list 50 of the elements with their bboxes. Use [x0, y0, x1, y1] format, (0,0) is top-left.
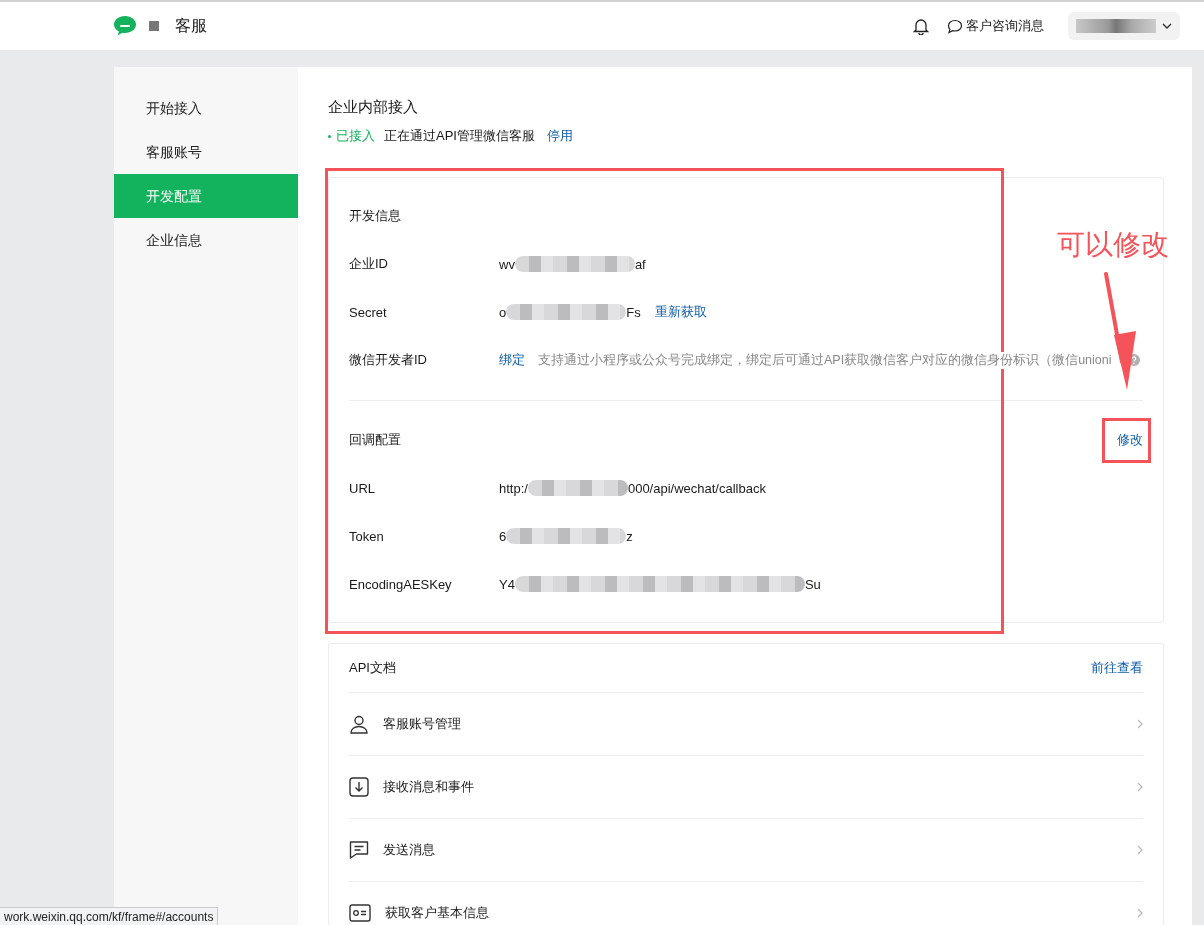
- masked-value: wv af: [499, 256, 646, 272]
- customer-messages-link[interactable]: 客户咨询消息: [947, 17, 1044, 35]
- highlight-frame: [1102, 418, 1151, 463]
- status-description: 正在通过API管理微信客服: [384, 127, 535, 145]
- annotation-text: 可以修改: [1057, 228, 1169, 262]
- masked-value: 6 z: [499, 528, 633, 544]
- app-title: 客服: [175, 15, 207, 36]
- bind-link[interactable]: 绑定: [499, 351, 525, 369]
- doc-item-label[interactable]: 接收消息和事件: [383, 778, 1123, 796]
- masked-value: Y4 Su: [499, 576, 821, 592]
- sidebar-item[interactable]: 企业信息: [114, 218, 298, 262]
- sidebar-item[interactable]: 开始接入: [114, 86, 298, 130]
- sidebar-item[interactable]: 客服账号: [114, 130, 298, 174]
- field-label: Secret: [349, 304, 388, 320]
- id-card-icon: [349, 904, 371, 922]
- notification-bell-icon[interactable]: [913, 17, 929, 35]
- chevron-right-icon: [1137, 782, 1143, 792]
- status-dot: [328, 134, 331, 138]
- message-icon: [349, 840, 369, 860]
- edit-link[interactable]: 修改: [1117, 431, 1143, 449]
- masked-value: o Fs: [499, 304, 641, 320]
- chevron-right-icon: [1137, 908, 1143, 918]
- chevron-right-icon: [1137, 845, 1143, 855]
- page-title: 企业内部接入: [328, 98, 419, 117]
- field-label: 企业ID: [349, 255, 389, 273]
- doc-item-label[interactable]: 获取客户基本信息: [385, 904, 1123, 922]
- section-title: 开发信息: [349, 207, 401, 225]
- field-label: 微信开发者ID: [349, 351, 428, 369]
- doc-item-label[interactable]: 客服账号管理: [383, 715, 1123, 733]
- disable-link[interactable]: 停用: [546, 127, 573, 145]
- chevron-right-icon: [1137, 719, 1143, 729]
- field-label: Token: [349, 528, 385, 544]
- masked-value: http:/ 000/api/wechat/callback: [499, 480, 766, 496]
- section-title: API文档: [349, 659, 396, 677]
- logo-icon: [113, 15, 137, 37]
- status-bar-url: work.weixin.qq.com/kf/frame#/accounts: [0, 907, 219, 925]
- account-dropdown[interactable]: [1068, 12, 1180, 40]
- chevron-down-icon: [1162, 23, 1172, 29]
- chat-bubble-icon: [947, 18, 963, 34]
- square-icon: [149, 21, 159, 31]
- view-docs-link[interactable]: 前往查看: [1091, 659, 1143, 677]
- download-icon: [349, 777, 369, 797]
- field-label: URL: [349, 480, 376, 496]
- status-text: 已接入: [336, 127, 375, 145]
- field-label: EncodingAESKey: [349, 576, 453, 592]
- section-title: 回调配置: [349, 431, 401, 449]
- person-icon: [349, 714, 369, 734]
- doc-item-label[interactable]: 发送消息: [383, 841, 1123, 859]
- hint-text: 支持通过小程序或公众号完成绑定，绑定后可通过API获取微信客户对应的微信身份标识（微信unioni: [538, 351, 1112, 369]
- regenerate-link[interactable]: 重新获取: [654, 303, 707, 321]
